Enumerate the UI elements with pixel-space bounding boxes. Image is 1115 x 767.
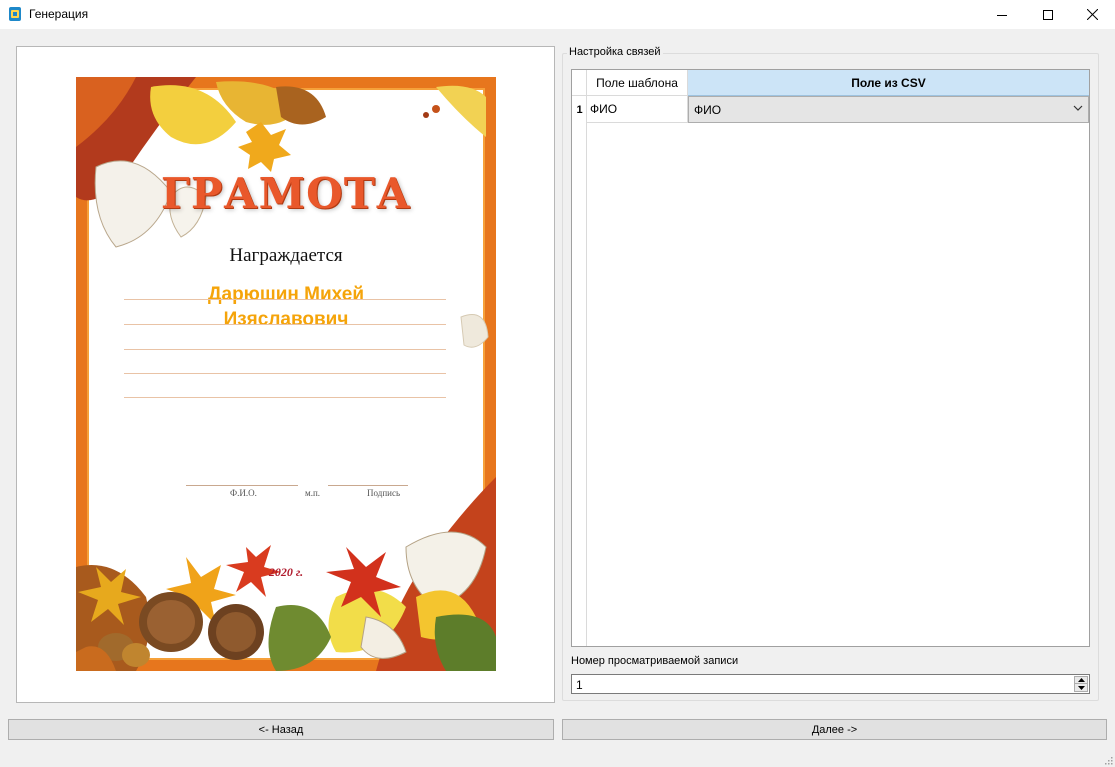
csv-field-select-value: ФИО bbox=[694, 102, 722, 117]
column-header-template-field[interactable]: Поле шаблона bbox=[587, 70, 688, 96]
record-number-spinbox[interactable]: 1 bbox=[571, 674, 1090, 694]
certificate-name-line1: Дарюшин Михей bbox=[207, 284, 365, 305]
csv-field-select[interactable]: ФИО bbox=[688, 96, 1089, 123]
certificate-decoration bbox=[76, 77, 496, 671]
record-number-label: Номер просматриваемой записи bbox=[571, 655, 739, 667]
back-button[interactable]: <- Назад bbox=[8, 719, 554, 740]
record-number-value[interactable]: 1 bbox=[576, 678, 583, 692]
certificate-line bbox=[124, 397, 446, 398]
certificate-line bbox=[124, 349, 446, 350]
mapping-table[interactable]: Поле шаблона Поле из CSV 1 ФИО ФИО bbox=[571, 69, 1090, 647]
arrow-down-icon bbox=[1077, 685, 1085, 690]
signature-line bbox=[328, 485, 408, 486]
spin-down-button[interactable] bbox=[1075, 684, 1087, 691]
certificate-line bbox=[124, 324, 446, 325]
preview-panel: ГРАМОТА Награждается Дарюшин Михей Изясл… bbox=[16, 46, 555, 703]
certificate-year: 2020 г. bbox=[268, 565, 304, 579]
certificate-title: ГРАМОТА bbox=[160, 169, 412, 218]
certificate-preview: ГРАМОТА Награждается Дарюшин Михей Изясл… bbox=[76, 77, 496, 671]
resize-grip-icon[interactable] bbox=[1103, 755, 1113, 765]
minimize-icon bbox=[997, 14, 1007, 16]
signature-line bbox=[186, 485, 298, 486]
next-button[interactable]: Далее -> bbox=[562, 719, 1107, 740]
maximize-icon bbox=[1043, 9, 1053, 20]
chevron-down-icon bbox=[1073, 105, 1083, 111]
spinbox-buttons bbox=[1074, 676, 1088, 692]
minimize-button[interactable] bbox=[979, 0, 1025, 29]
signature-fio-label: Ф.И.О. bbox=[230, 488, 257, 498]
template-field-cell[interactable]: ФИО bbox=[587, 96, 688, 123]
table-corner[interactable] bbox=[572, 70, 587, 96]
window-title: Генерация bbox=[29, 7, 89, 21]
close-icon bbox=[1086, 9, 1098, 20]
column-header-csv-field[interactable]: Поле из CSV bbox=[688, 70, 1089, 96]
signature-sign-label: Подпись bbox=[367, 488, 401, 498]
app-icon bbox=[9, 7, 21, 21]
close-button[interactable] bbox=[1069, 0, 1115, 29]
certificate-line bbox=[124, 299, 446, 300]
row-header-column bbox=[572, 96, 587, 646]
mapping-group-title: Настройка связей bbox=[567, 46, 663, 58]
spin-up-button[interactable] bbox=[1075, 677, 1087, 684]
signature-mp-label: м.п. bbox=[305, 488, 321, 498]
maximize-button[interactable] bbox=[1025, 0, 1071, 29]
row-header[interactable]: 1 bbox=[572, 96, 587, 123]
arrow-up-icon bbox=[1077, 678, 1085, 682]
certificate-awarded-text: Награждается bbox=[229, 245, 343, 266]
certificate-name-line2: Изяславович bbox=[223, 309, 349, 330]
certificate-line bbox=[124, 373, 446, 374]
title-bar: Генерация bbox=[0, 0, 1115, 29]
